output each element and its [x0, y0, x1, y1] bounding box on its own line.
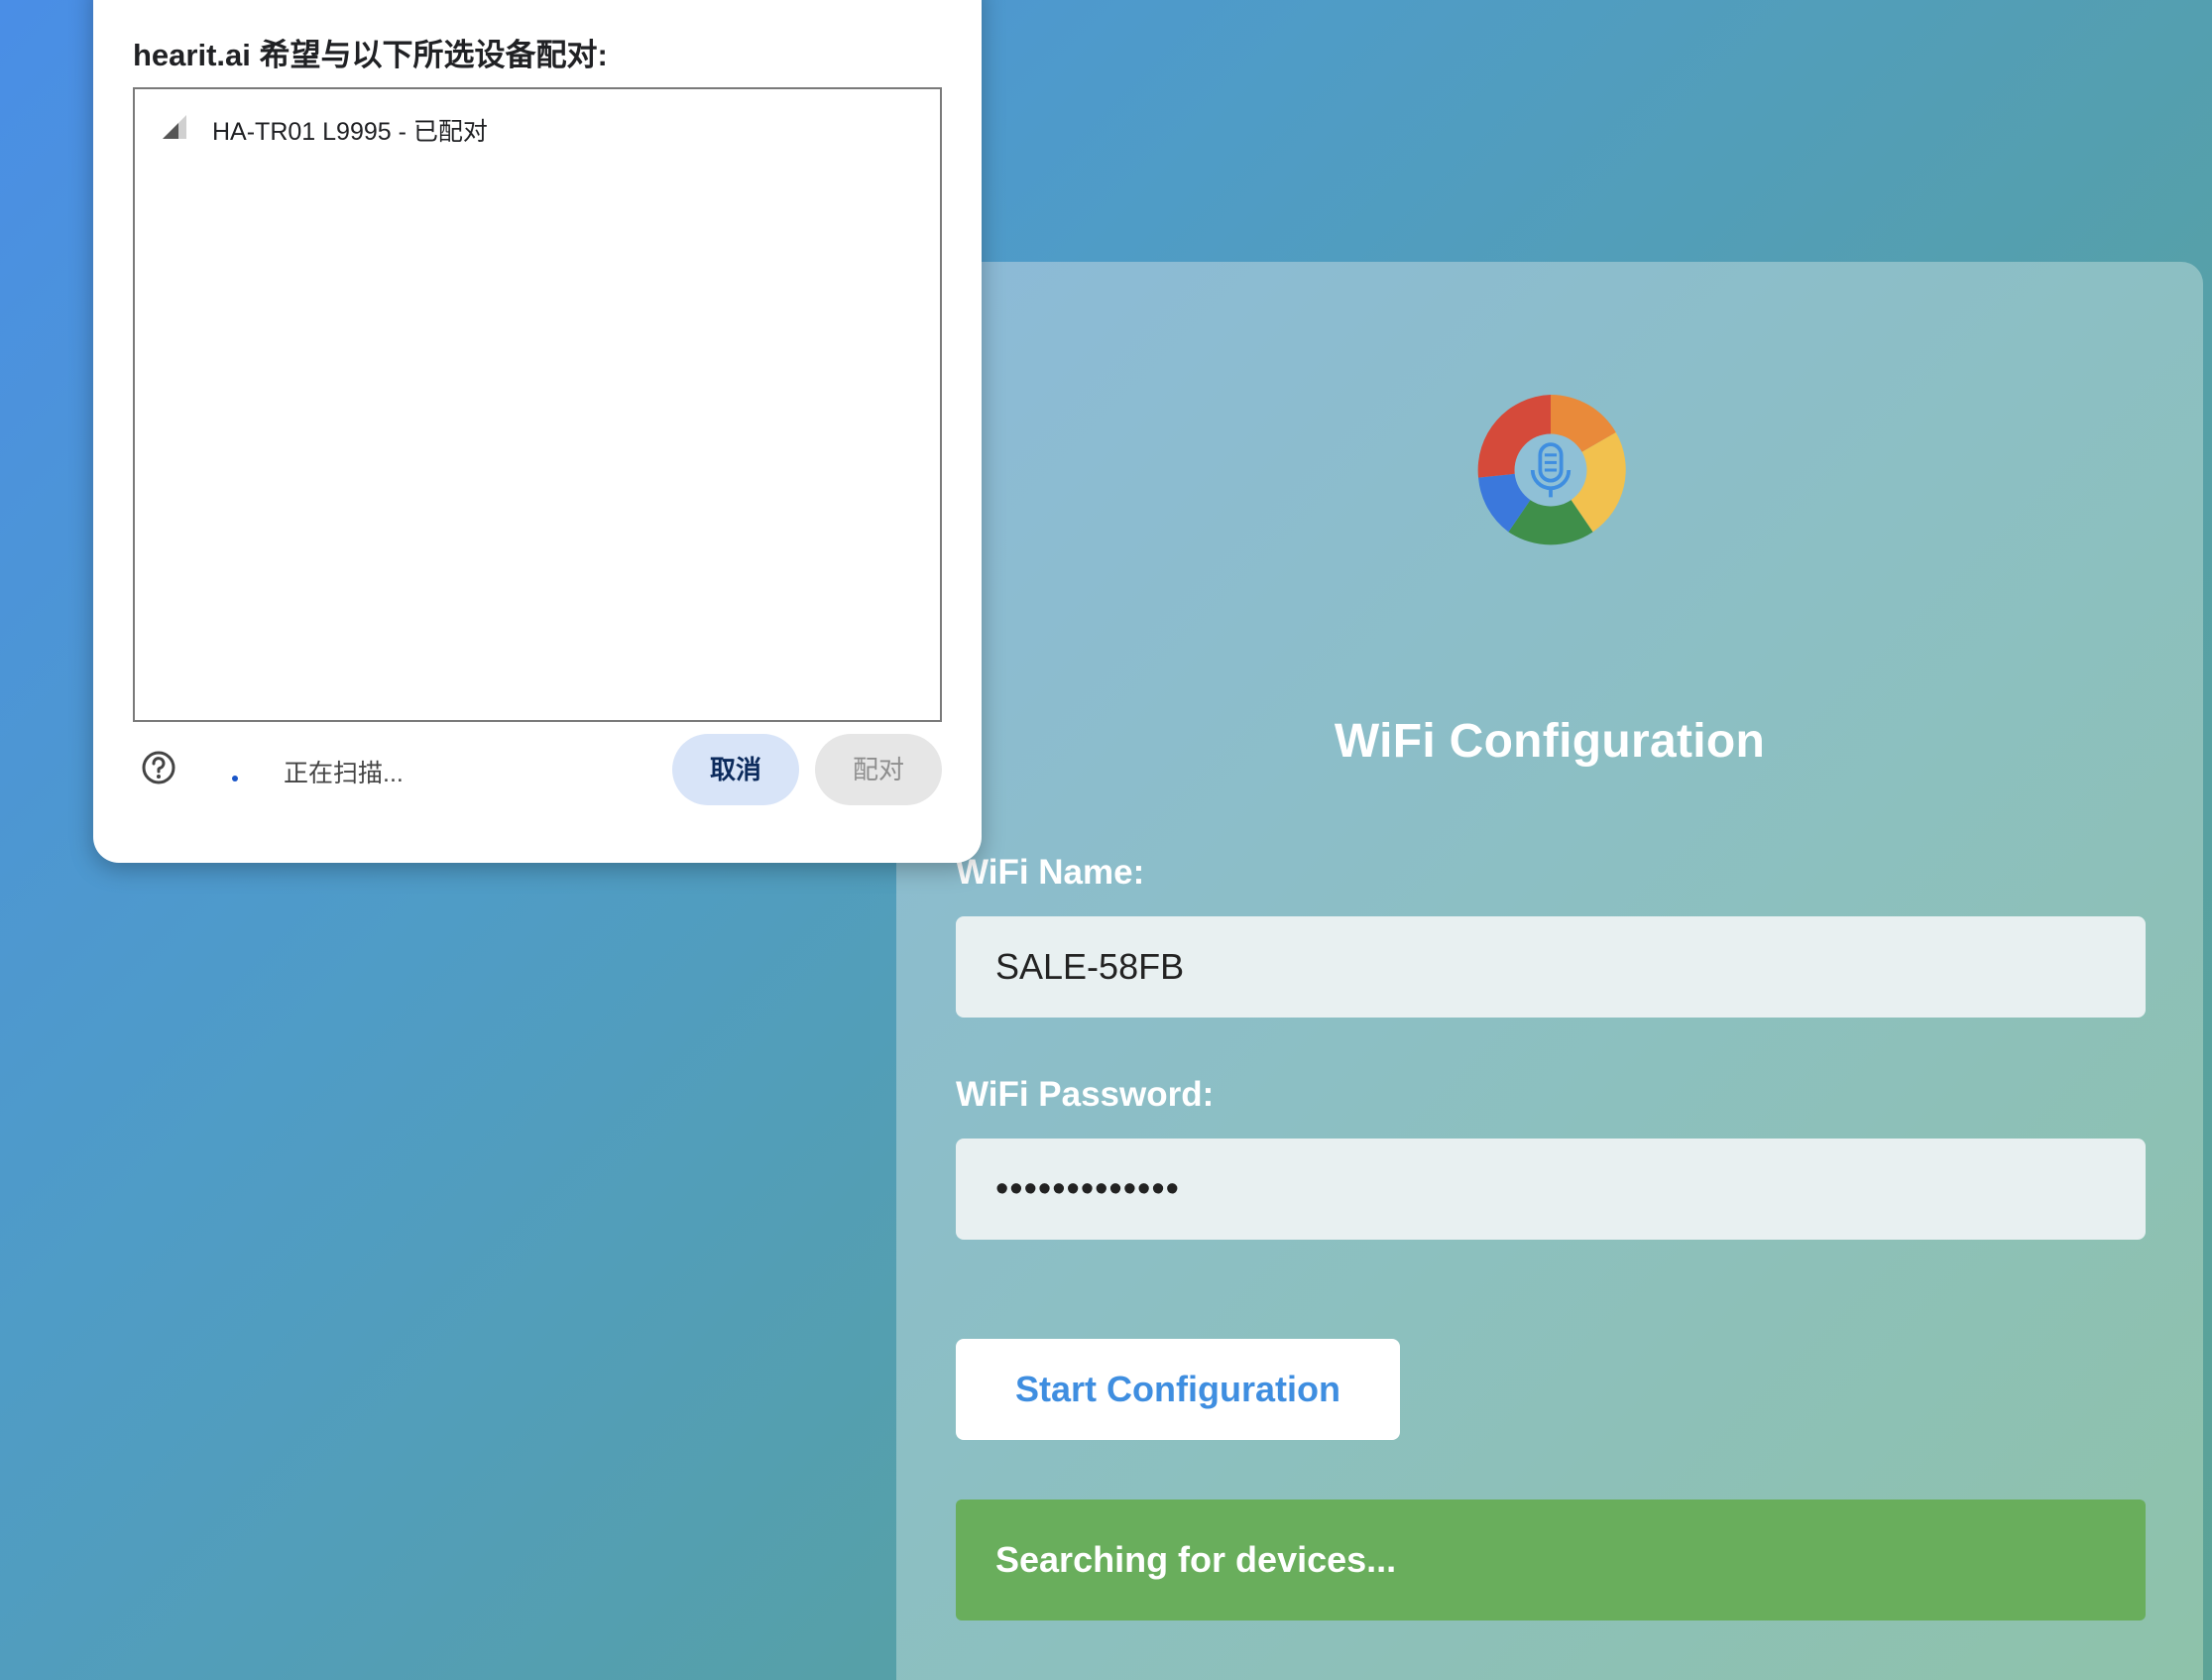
pair-button[interactable]: 配对	[815, 734, 942, 805]
wifi-name-label: WiFi Name:	[956, 853, 1145, 892]
device-list-item[interactable]: HA-TR01 L9995 - 已配对	[135, 103, 940, 153]
help-icon[interactable]	[141, 750, 176, 785]
wifi-name-input[interactable]: SALE-58FB	[956, 916, 2146, 1018]
microphone-logo-icon	[1477, 395, 1626, 545]
device-list: HA-TR01 L9995 - 已配对	[133, 87, 942, 722]
signal-strength-icon	[163, 115, 186, 139]
wifi-password-label: WiFi Password:	[956, 1075, 1215, 1114]
scanning-status-text: 正在扫描...	[284, 760, 404, 787]
status-message: Searching for devices...	[956, 1500, 2146, 1620]
start-configuration-button[interactable]: Start Configuration	[956, 1339, 1400, 1440]
wifi-config-card: WiFi Configuration WiFi Name: SALE-58FB …	[896, 262, 2203, 1680]
cancel-button[interactable]: 取消	[672, 734, 799, 805]
wifi-password-input[interactable]: •••••••••••••	[956, 1139, 2146, 1240]
device-name: HA-TR01 L9995 - 已配对	[212, 118, 488, 146]
page-title: WiFi Configuration	[1334, 715, 1766, 768]
bluetooth-pairing-dialog: hearit.ai 希望与以下所选设备配对: HA-TR01 L9995 - 已…	[93, 0, 982, 863]
dialog-title: hearit.ai 希望与以下所选设备配对:	[133, 38, 608, 72]
loading-spinner-icon	[232, 776, 238, 781]
